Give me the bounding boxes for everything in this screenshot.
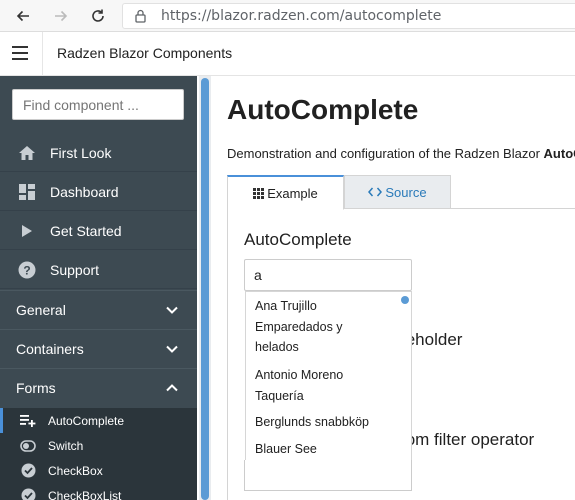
sidebar-item-label: First Look bbox=[50, 144, 112, 161]
sidebar-item-support[interactable]: ? Support bbox=[0, 251, 197, 289]
sidebar-item-label: Dashboard bbox=[50, 183, 119, 200]
chevron-up-icon bbox=[166, 384, 178, 392]
sidebar-group-containers[interactable]: Containers bbox=[0, 329, 197, 368]
sidebar-item-dashboard[interactable]: Dashboard bbox=[0, 173, 197, 211]
code-icon bbox=[368, 187, 383, 197]
play-icon bbox=[18, 222, 36, 240]
group-label: General bbox=[16, 302, 66, 318]
sidebar-item-label: Switch bbox=[48, 438, 84, 453]
sidebar-group-general[interactable]: General bbox=[0, 290, 197, 329]
sidebar-scrollbar[interactable] bbox=[201, 78, 209, 500]
sidebar-item-autocomplete[interactable]: AutoComplete bbox=[0, 408, 197, 433]
group-label: Containers bbox=[16, 341, 84, 357]
reload-button[interactable] bbox=[88, 6, 108, 26]
autocomplete-dropdown: Ana Trujillo Emparedados y helados Anton… bbox=[245, 291, 412, 461]
sidebar-item-first-look[interactable]: First Look bbox=[0, 134, 197, 172]
check-circle-icon bbox=[20, 488, 36, 500]
forward-button[interactable] bbox=[51, 6, 71, 26]
browser-toolbar: https://blazor.radzen.com/autocomplete bbox=[0, 0, 575, 32]
section-title-autocomplete: AutoComplete bbox=[244, 230, 352, 249]
sidebar-item-checkbox[interactable]: CheckBox bbox=[0, 458, 197, 483]
sidebar-item-switch[interactable]: Switch bbox=[0, 433, 197, 458]
app-header: Radzen Blazor Components bbox=[0, 32, 575, 76]
sidebar-item-label: CheckBox bbox=[48, 463, 103, 478]
section-title-filter-operator: tom filter operator bbox=[401, 430, 535, 449]
lock-icon bbox=[135, 9, 146, 23]
sidebar: First Look Dashboard Get Started ? Suppo… bbox=[0, 76, 197, 500]
reload-icon bbox=[92, 9, 104, 22]
sidebar-item-checkboxlist[interactable]: CheckBoxList bbox=[0, 483, 197, 500]
suggestion-item[interactable]: Blauer See bbox=[255, 439, 370, 460]
header-divider bbox=[42, 32, 43, 76]
group-label: Forms bbox=[16, 380, 56, 396]
tab-example[interactable]: Example bbox=[227, 175, 344, 210]
app-title: Radzen Blazor Components bbox=[57, 45, 233, 61]
back-button[interactable] bbox=[13, 6, 33, 26]
grid-icon bbox=[253, 187, 265, 199]
suggestion-item[interactable]: Antonio Moreno Taquería bbox=[255, 365, 370, 406]
chevron-down-icon bbox=[166, 345, 178, 353]
menu-icon[interactable] bbox=[12, 46, 28, 60]
address-bar[interactable]: https://blazor.radzen.com/autocomplete bbox=[122, 3, 575, 29]
sidebar-item-label: Support bbox=[50, 261, 100, 278]
dropdown-scrollbar[interactable] bbox=[401, 296, 409, 304]
description-bold-text: AutoC bbox=[543, 146, 575, 161]
dashboard-icon bbox=[18, 183, 36, 201]
sidebar-group-forms[interactable]: Forms bbox=[0, 368, 197, 407]
placeholder-autocomplete-input[interactable] bbox=[244, 460, 412, 491]
suggestion-item[interactable]: Berglunds snabbköp bbox=[255, 412, 370, 433]
tab-label: Example bbox=[267, 185, 318, 201]
help-icon: ? bbox=[18, 261, 36, 279]
arrow-left-icon bbox=[16, 10, 29, 22]
autocomplete-input[interactable] bbox=[244, 259, 412, 291]
chevron-down-icon bbox=[166, 306, 178, 314]
suggestion-item[interactable]: Ana Trujillo Emparedados y helados bbox=[255, 296, 370, 358]
tab-label: Source bbox=[385, 184, 427, 200]
search-input[interactable] bbox=[12, 89, 184, 120]
toggle-icon bbox=[20, 438, 36, 454]
url-text: https://blazor.radzen.com/autocomplete bbox=[161, 8, 442, 24]
tab-source[interactable]: Source bbox=[344, 175, 451, 209]
description-text: Demonstration and configuration of the R… bbox=[227, 146, 544, 161]
sidebar-item-get-started[interactable]: Get Started bbox=[0, 212, 197, 250]
home-icon bbox=[18, 144, 36, 162]
svg-text:?: ? bbox=[23, 263, 30, 277]
arrow-right-icon bbox=[55, 10, 68, 22]
sidebar-item-label: AutoComplete bbox=[48, 413, 125, 428]
sidebar-item-label: CheckBoxList bbox=[48, 488, 122, 500]
playlist-add-icon bbox=[20, 413, 36, 429]
check-circle-icon bbox=[20, 463, 36, 479]
sidebar-item-label: Get Started bbox=[50, 222, 122, 239]
page-title: AutoComplete bbox=[227, 94, 419, 125]
tab-strip: Example Source bbox=[227, 175, 575, 210]
page-description: Demonstration and configuration of the R… bbox=[227, 146, 575, 161]
